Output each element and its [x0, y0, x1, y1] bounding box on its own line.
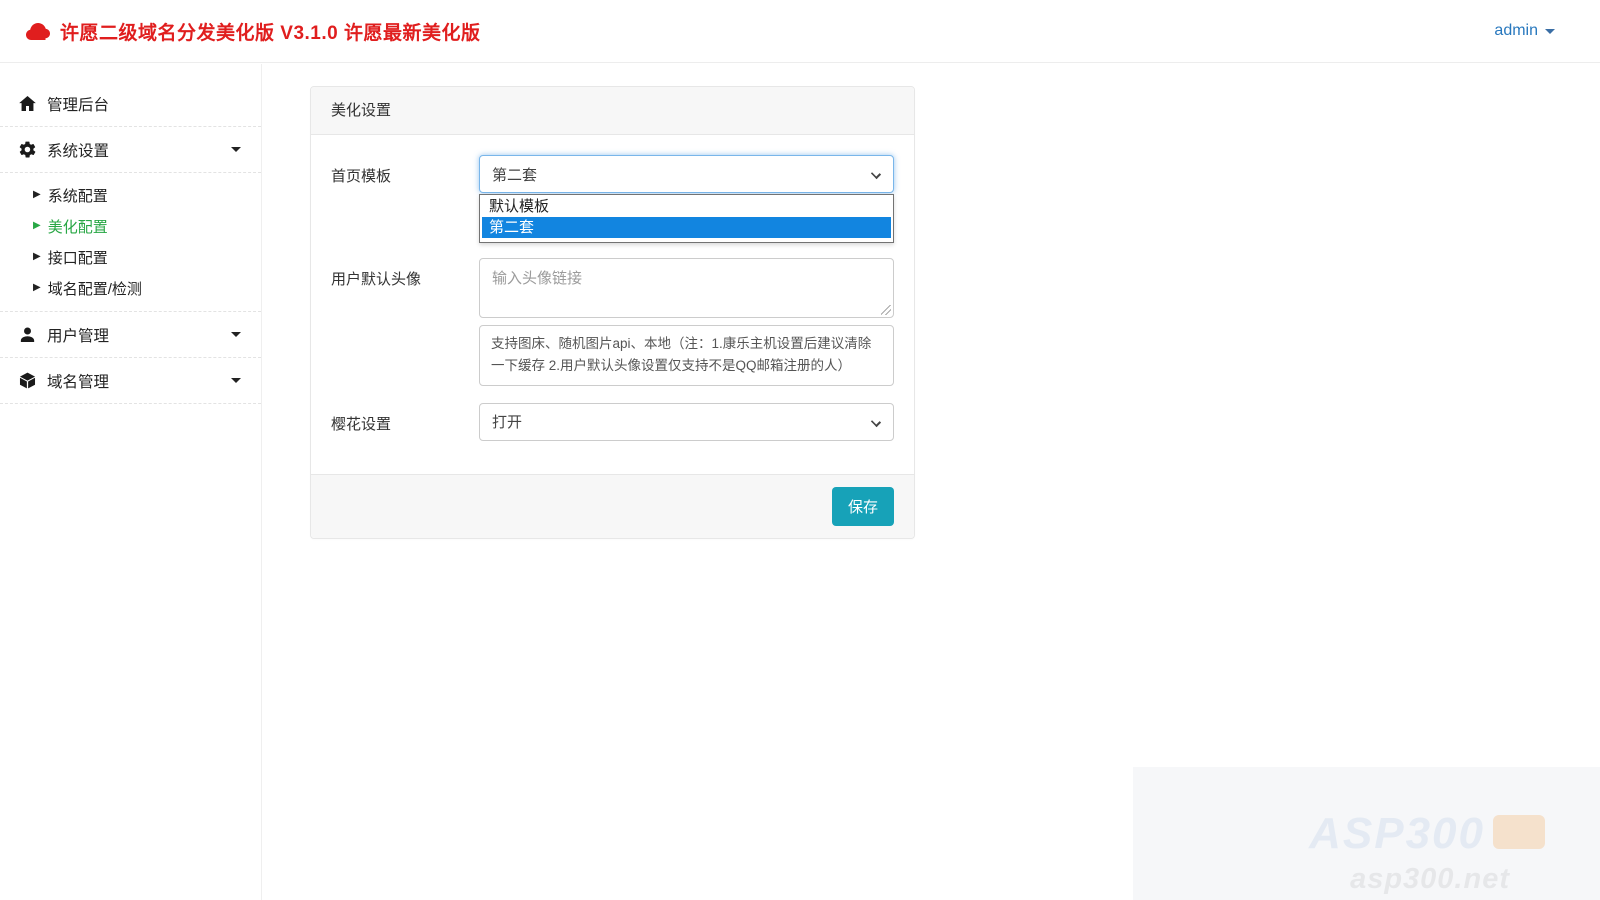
sidebar-item-label: 系统设置 — [47, 139, 109, 161]
sidebar-subitem-system-config[interactable]: ▶ 系统配置 — [0, 180, 261, 211]
save-button[interactable]: 保存 — [832, 487, 894, 526]
chevron-down-icon — [871, 169, 881, 179]
home-icon — [18, 94, 37, 113]
submenu-arrow-icon: ▶ — [33, 220, 41, 231]
avatar-help-text: 支持图床、随机图片api、本地（注：1.康乐主机设置后建议清除一下缓存 2.用户… — [479, 325, 894, 386]
user-menu[interactable]: admin — [1494, 22, 1555, 40]
chevron-down-icon — [231, 378, 241, 383]
sidebar-subitem-api-config[interactable]: ▶ 接口配置 — [0, 242, 261, 273]
chevron-down-icon — [871, 416, 881, 426]
sidebar-subitem-domain-config-check[interactable]: ▶ 域名配置/检测 — [0, 273, 261, 304]
chevron-down-icon — [231, 332, 241, 337]
sidebar-subitem-label: 接口配置 — [48, 247, 108, 268]
user-menu-label: admin — [1494, 22, 1538, 40]
avatar-link-input[interactable] — [479, 258, 894, 318]
watermark-title: ASP300 — [1309, 809, 1485, 859]
watermark-area: ASP300 asp300.net — [1133, 767, 1600, 900]
brand-title: 许愿二级域名分发美化版 V3.1.0 许愿最新美化版 — [60, 18, 481, 45]
form-row-home-template: 首页模板 第二套 默认模板 第二套 — [331, 155, 894, 193]
dropdown-option-second-set[interactable]: 第二套 — [482, 217, 891, 238]
sidebar-subitem-beautify-config[interactable]: ▶ 美化配置 — [0, 211, 261, 242]
app-window: 许愿二级域名分发美化版 V3.1.0 许愿最新美化版 admin 管理后台 系统… — [0, 0, 1600, 900]
sidebar-item-label: 用户管理 — [47, 324, 109, 346]
sidebar-submenu-system: ▶ 系统配置 ▶ 美化配置 ▶ 接口配置 ▶ 域名配置/检测 — [0, 173, 261, 311]
submenu-arrow-icon: ▶ — [33, 282, 41, 293]
sidebar-item-admin-home[interactable]: 管理后台 — [0, 81, 261, 126]
sidebar-item-system-settings[interactable]: 系统设置 — [0, 127, 261, 172]
default-avatar-label: 用户默认头像 — [331, 258, 479, 386]
watermark-subtitle: asp300.net — [1350, 863, 1510, 896]
panel-footer: 保存 — [311, 474, 914, 538]
dropdown-option-default-template[interactable]: 默认模板 — [482, 196, 891, 217]
home-template-select[interactable]: 第二套 — [479, 155, 894, 193]
chevron-down-icon — [231, 147, 241, 152]
brand-link[interactable]: 许愿二级域名分发美化版 V3.1.0 许愿最新美化版 — [25, 18, 481, 45]
cube-icon — [18, 371, 37, 390]
sidebar-subitem-label: 美化配置 — [48, 216, 108, 237]
sidebar-item-domain-management[interactable]: 域名管理 — [0, 358, 261, 403]
sidebar-subitem-label: 域名配置/检测 — [48, 278, 142, 299]
submenu-arrow-icon: ▶ — [33, 189, 41, 200]
caret-down-icon — [1545, 29, 1555, 34]
user-icon — [18, 325, 37, 344]
home-template-dropdown: 默认模板 第二套 — [479, 194, 894, 243]
sidebar-item-user-management[interactable]: 用户管理 — [0, 312, 261, 357]
sidebar: 管理后台 系统设置 ▶ 系统配置 ▶ 美化配置 ▶ 接口配置 — [0, 64, 262, 900]
watermark-badge — [1493, 815, 1545, 849]
panel-body: 首页模板 第二套 默认模板 第二套 用户默认头像 — [311, 135, 914, 474]
cloud-icon — [25, 21, 51, 41]
form-row-default-avatar: 用户默认头像 支持图床、随机图片api、本地（注：1.康乐主机设置后建议清除一下… — [331, 258, 894, 386]
sakura-selected-value: 打开 — [492, 411, 522, 432]
sidebar-divider — [0, 403, 261, 404]
sidebar-item-label: 管理后台 — [47, 93, 109, 115]
submenu-arrow-icon: ▶ — [33, 251, 41, 262]
sidebar-subitem-label: 系统配置 — [48, 185, 108, 206]
sakura-control: 打开 — [479, 403, 894, 441]
gear-icon — [18, 140, 37, 159]
sakura-label: 樱花设置 — [331, 403, 479, 441]
form-row-sakura: 樱花设置 打开 — [331, 403, 894, 441]
panel-title: 美化设置 — [311, 87, 914, 135]
home-template-control: 第二套 默认模板 第二套 — [479, 155, 894, 193]
default-avatar-control: 支持图床、随机图片api、本地（注：1.康乐主机设置后建议清除一下缓存 2.用户… — [479, 258, 894, 386]
sidebar-item-label: 域名管理 — [47, 370, 109, 392]
home-template-label: 首页模板 — [331, 155, 479, 193]
avatar-textarea-wrap — [479, 258, 894, 318]
beautify-settings-panel: 美化设置 首页模板 第二套 默认模板 第二套 用户默认头像 — [310, 86, 915, 539]
top-navbar: 许愿二级域名分发美化版 V3.1.0 许愿最新美化版 admin — [0, 0, 1600, 63]
home-template-selected-value: 第二套 — [492, 164, 537, 185]
sakura-select[interactable]: 打开 — [479, 403, 894, 441]
